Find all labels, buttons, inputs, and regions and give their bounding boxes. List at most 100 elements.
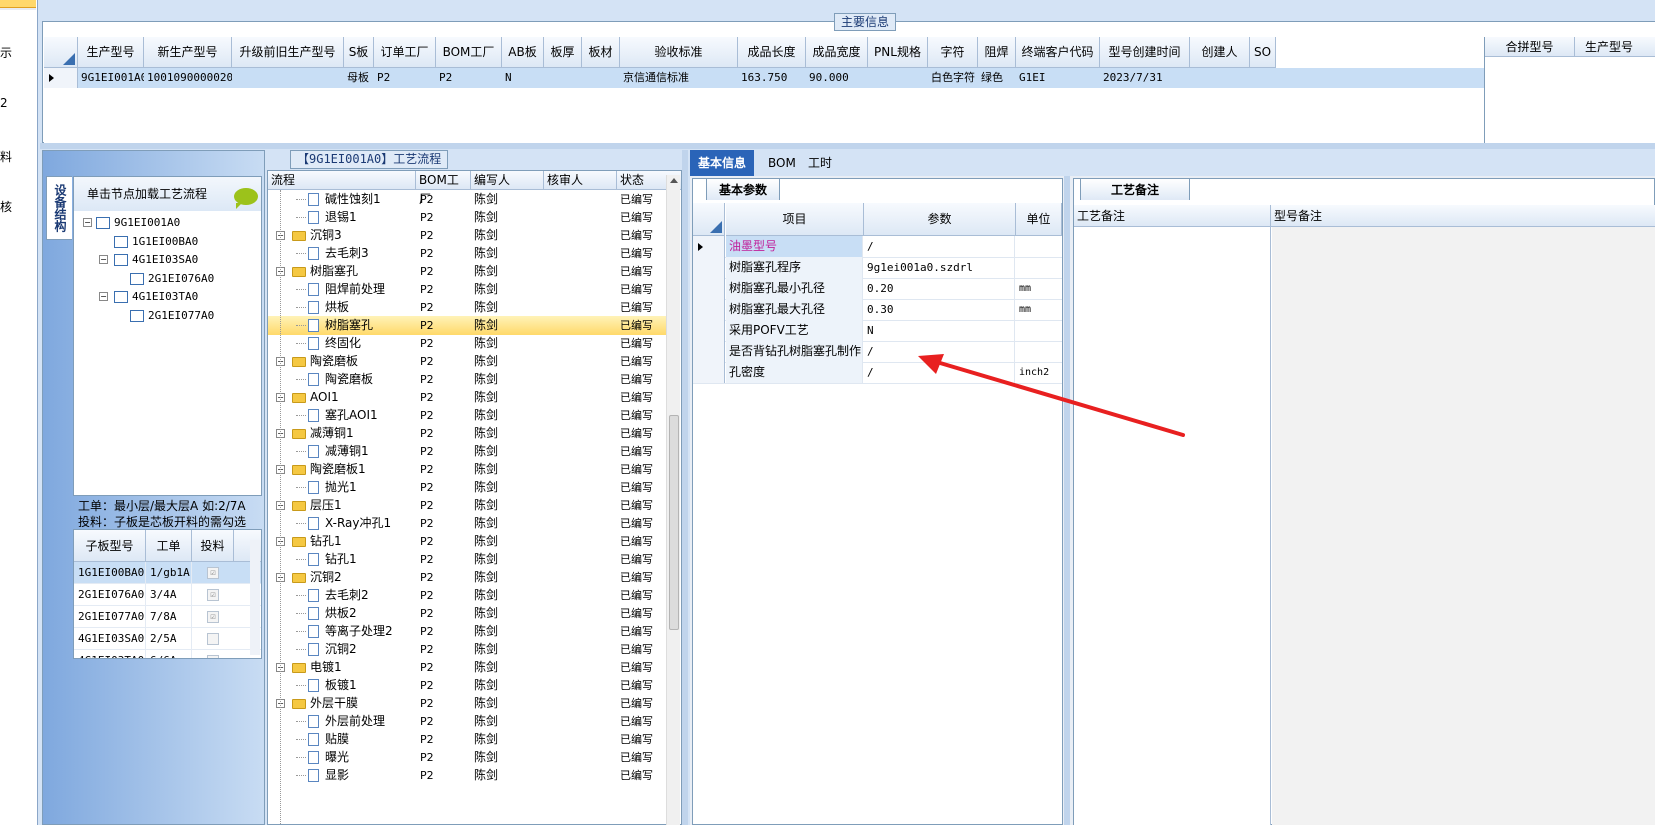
model-notes-area[interactable]	[1272, 227, 1655, 825]
main-cell[interactable]	[868, 68, 928, 88]
process-row[interactable]: 减薄铜1 P2 陈剑 已编写	[268, 442, 668, 461]
sub-row[interactable]: 2G1EI077A0 7/8A ☑	[74, 606, 261, 628]
main-col-header[interactable]: 型号创建时间	[1100, 37, 1190, 68]
basic-col-param[interactable]: 参数	[864, 203, 1016, 236]
grid-corner[interactable]	[44, 37, 78, 68]
tree-node[interactable]: 2G1EI077A0	[130, 307, 214, 325]
feed-checkbox[interactable]: ☑	[207, 567, 219, 579]
basic-param-row[interactable]: 油墨型号 /	[693, 236, 1062, 258]
main-col-header[interactable]: 字符	[928, 37, 978, 68]
process-row[interactable]: 贴膜 P2 陈剑 已编写	[268, 730, 668, 749]
process-row[interactable]: 等离子处理2 P2 陈剑 已编写	[268, 622, 668, 641]
proc-col-reviewer[interactable]: 核审人	[544, 171, 617, 190]
process-notes-tab[interactable]: 工艺备注	[1080, 178, 1191, 200]
param-value[interactable]: 0.20	[864, 278, 1015, 299]
tab-bom[interactable]: BOM	[760, 150, 804, 176]
process-row[interactable]: X-Ray冲孔1 P2 陈剑 已编写	[268, 514, 668, 533]
process-row[interactable]: − 层压1 P2 陈剑 已编写	[268, 496, 668, 515]
sub-col-order[interactable]: 工单	[146, 530, 192, 562]
basic-col-unit[interactable]: 单位	[1016, 203, 1062, 236]
row-selector[interactable]	[693, 278, 725, 299]
main-col-header[interactable]: 生产型号	[78, 37, 144, 68]
process-row[interactable]: − 沉铜3 P2 陈剑 已编写	[268, 226, 668, 245]
main-col-header[interactable]: 新生产型号	[144, 37, 232, 68]
process-scrollbar[interactable]	[666, 175, 680, 825]
notes-col-process[interactable]: 工艺备注	[1074, 205, 1271, 227]
process-row[interactable]: − 树脂塞孔 P2 陈剑 已编写	[268, 262, 668, 281]
main-col-header[interactable]: 阻焊	[978, 37, 1016, 68]
process-row[interactable]: 阻焊前处理 P2 陈剑 已编写	[268, 280, 668, 299]
sub-col-model[interactable]: 子板型号	[74, 530, 146, 562]
feed-checkbox[interactable]	[207, 655, 219, 658]
process-row[interactable]: 退锡1 P2 陈剑 已编写	[268, 208, 668, 227]
main-cell[interactable]: 母板	[344, 68, 374, 88]
main-cell[interactable]: G1EI	[1016, 68, 1100, 88]
main-col-header[interactable]: PNL规格	[868, 37, 928, 68]
process-row[interactable]: 钻孔1 P2 陈剑 已编写	[268, 550, 668, 569]
process-row[interactable]: − 外层干膜 P2 陈剑 已编写	[268, 694, 668, 713]
tree-node[interactable]: 4G1EI03TA0	[114, 288, 198, 306]
tree-node[interactable]: 1G1EI00BA0	[114, 233, 198, 251]
tab-basic-info[interactable]: 基本信息	[690, 150, 755, 176]
structure-vertical-tab[interactable]: 设备结构	[46, 176, 72, 240]
row-selector[interactable]	[693, 299, 725, 320]
tree-node[interactable]: 4G1EI03SA0	[114, 251, 198, 269]
left-nav-label-4[interactable]: 核	[0, 198, 12, 215]
left-nav-selected[interactable]	[0, 0, 36, 8]
process-row[interactable]: 树脂塞孔 P2 陈剑 已编写	[268, 316, 668, 335]
sub-row[interactable]: 4G1EI03SA0 2/5A	[74, 628, 261, 650]
tree-node[interactable]: 2G1EI076A0	[130, 270, 214, 288]
splitter-process[interactable]	[682, 150, 688, 825]
sub-cell-order[interactable]: 3/4A	[146, 584, 192, 606]
main-col-header[interactable]: 升级前旧生产型号	[232, 37, 344, 68]
process-row[interactable]: − 减薄铜1 P2 陈剑 已编写	[268, 424, 668, 443]
horizontal-splitter[interactable]	[40, 143, 1655, 149]
row-selector[interactable]	[693, 257, 725, 278]
merge-model-header[interactable]: 合拼型号	[1485, 37, 1575, 57]
process-row[interactable]: 去毛刺2 P2 陈剑 已编写	[268, 586, 668, 605]
main-col-header[interactable]: 创建人	[1190, 37, 1250, 68]
param-value[interactable]: /	[864, 236, 1015, 257]
main-cell[interactable]: N	[502, 68, 544, 88]
main-cell[interactable]: 10010900000205	[144, 68, 232, 88]
process-row[interactable]: 烘板 P2 陈剑 已编写	[268, 298, 668, 317]
process-row[interactable]: 曝光 P2 陈剑 已编写	[268, 748, 668, 767]
process-row[interactable]: 外层前处理 P2 陈剑 已编写	[268, 712, 668, 731]
process-row[interactable]: − 钻孔1 P2 陈剑 已编写	[268, 532, 668, 551]
left-nav-label-3[interactable]: 料	[0, 148, 12, 165]
main-cell[interactable]: 2023/7/31	[1100, 68, 1190, 88]
main-cell[interactable]: 京信通信标准	[620, 68, 738, 88]
main-col-header[interactable]: 板厚	[544, 37, 582, 68]
main-col-header[interactable]: BOM工厂	[436, 37, 502, 68]
proc-col-bom[interactable]: BOM工厂	[416, 171, 471, 206]
param-value[interactable]: 0.30	[864, 299, 1015, 320]
sub-row[interactable]: 4G1EI03TA06/6A	[74, 650, 261, 658]
sub-grid-scrollbar[interactable]	[250, 540, 260, 655]
feed-checkbox[interactable]: ☑	[207, 611, 219, 623]
param-value[interactable]: 9g1ei001a0.szdrl	[864, 257, 1015, 278]
main-col-header[interactable]: 终端客户代码	[1016, 37, 1100, 68]
process-row[interactable]: − AOI1 P2 陈剑 已编写	[268, 388, 668, 407]
main-cell[interactable]: 90.000	[806, 68, 868, 88]
main-cell[interactable]	[1190, 68, 1250, 88]
main-col-header[interactable]: 板材	[582, 37, 620, 68]
main-col-header[interactable]: 成品长度	[738, 37, 806, 68]
sub-cell-order[interactable]: 6/6A	[146, 650, 192, 658]
feed-checkbox[interactable]	[207, 633, 219, 645]
splitter-notes[interactable]	[1064, 176, 1070, 825]
process-row[interactable]: 去毛刺3 P2 陈剑 已编写	[268, 244, 668, 263]
main-col-header[interactable]: 成品宽度	[806, 37, 868, 68]
param-value[interactable]: N	[864, 320, 1015, 341]
row-selector[interactable]	[44, 68, 78, 88]
main-cell[interactable]: 绿色	[978, 68, 1016, 88]
process-row[interactable]: − 陶瓷磨板1 P2 陈剑 已编写	[268, 460, 668, 479]
left-nav-label-1[interactable]: 示	[0, 44, 12, 61]
feed-checkbox[interactable]: ☑	[207, 589, 219, 601]
process-row[interactable]: 抛光1 P2 陈剑 已编写	[268, 478, 668, 497]
notes-col-model[interactable]: 型号备注	[1271, 205, 1655, 227]
main-col-header[interactable]: AB板	[502, 37, 544, 68]
proc-col-writer[interactable]: 编写人	[471, 171, 544, 190]
process-row[interactable]: 沉铜2 P2 陈剑 已编写	[268, 640, 668, 659]
main-col-header[interactable]: 验收标准	[620, 37, 738, 68]
process-row[interactable]: − 陶瓷磨板 P2 陈剑 已编写	[268, 352, 668, 371]
